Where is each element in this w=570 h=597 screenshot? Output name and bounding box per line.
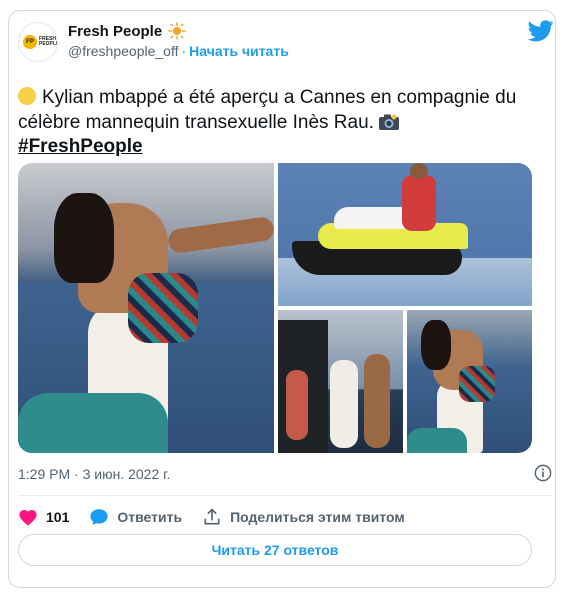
photo-4[interactable] — [407, 310, 532, 453]
photo-2-rider — [402, 175, 436, 231]
author-handle-row: @freshpeople_off · Начать читать — [68, 43, 289, 59]
photo-1-jetski — [18, 393, 168, 453]
photo-4-cloth — [459, 366, 495, 402]
twitter-logo-icon[interactable] — [528, 20, 554, 42]
camera-emoji-icon — [378, 114, 399, 130]
follow-link[interactable]: Начать читать — [189, 43, 289, 59]
sun-emoji-icon — [168, 22, 186, 40]
like-count: 101 — [46, 509, 70, 525]
heart-icon[interactable] — [18, 508, 38, 526]
photo-2[interactable] — [278, 163, 532, 306]
info-icon[interactable] — [534, 464, 552, 482]
photo-3-person-a — [286, 370, 308, 440]
action-bar: 101 Ответить Поделиться этим твитом — [18, 505, 425, 529]
share-icon[interactable] — [202, 507, 222, 527]
media-grid[interactable] — [18, 163, 532, 453]
share-button[interactable]: Поделиться этим твитом — [202, 507, 405, 527]
photo-1-legs — [166, 215, 276, 255]
photo-4-hair — [421, 320, 451, 370]
author-name[interactable]: Fresh People — [68, 23, 162, 40]
share-label: Поделиться этим твитом — [230, 509, 405, 525]
hashtag-link[interactable]: #FreshPeople — [18, 136, 143, 158]
author-handle[interactable]: @freshpeople_off — [68, 43, 178, 59]
reply-button[interactable]: Ответить — [89, 508, 182, 526]
photo-3[interactable] — [278, 310, 403, 453]
photo-3-person-c — [364, 354, 390, 448]
like-button[interactable]: 101 — [18, 508, 69, 526]
reply-bubble-icon[interactable] — [89, 508, 109, 526]
avatar-text: FRESH PEOPLE — [39, 36, 58, 47]
author-name-row[interactable]: Fresh People — [68, 22, 186, 40]
reply-label: Ответить — [117, 509, 183, 525]
divider-top — [18, 495, 552, 496]
photo-2-rider-head — [410, 163, 428, 179]
photo-4-jetski — [407, 428, 467, 453]
photo-1-patterned-cloth — [128, 273, 198, 343]
photo-1-hair — [54, 193, 114, 283]
circle-emoji-icon — [18, 87, 36, 105]
tweet-text: Kylian mbappé a été aperçu a Cannes en c… — [18, 87, 517, 133]
avatar[interactable]: FP FRESH PEOPLE — [18, 22, 58, 62]
photo-3-person-b — [330, 360, 358, 448]
photo-1[interactable] — [18, 163, 276, 453]
tweet-timestamp[interactable]: 1:29 PM · 3 июн. 2022 г. — [18, 466, 170, 482]
avatar-badge: FP — [23, 35, 37, 49]
tweet-text-block: Kylian mbappé a été aperçu a Cannes en c… — [18, 85, 528, 135]
read-replies-button[interactable]: Читать 27 ответов — [18, 534, 532, 566]
